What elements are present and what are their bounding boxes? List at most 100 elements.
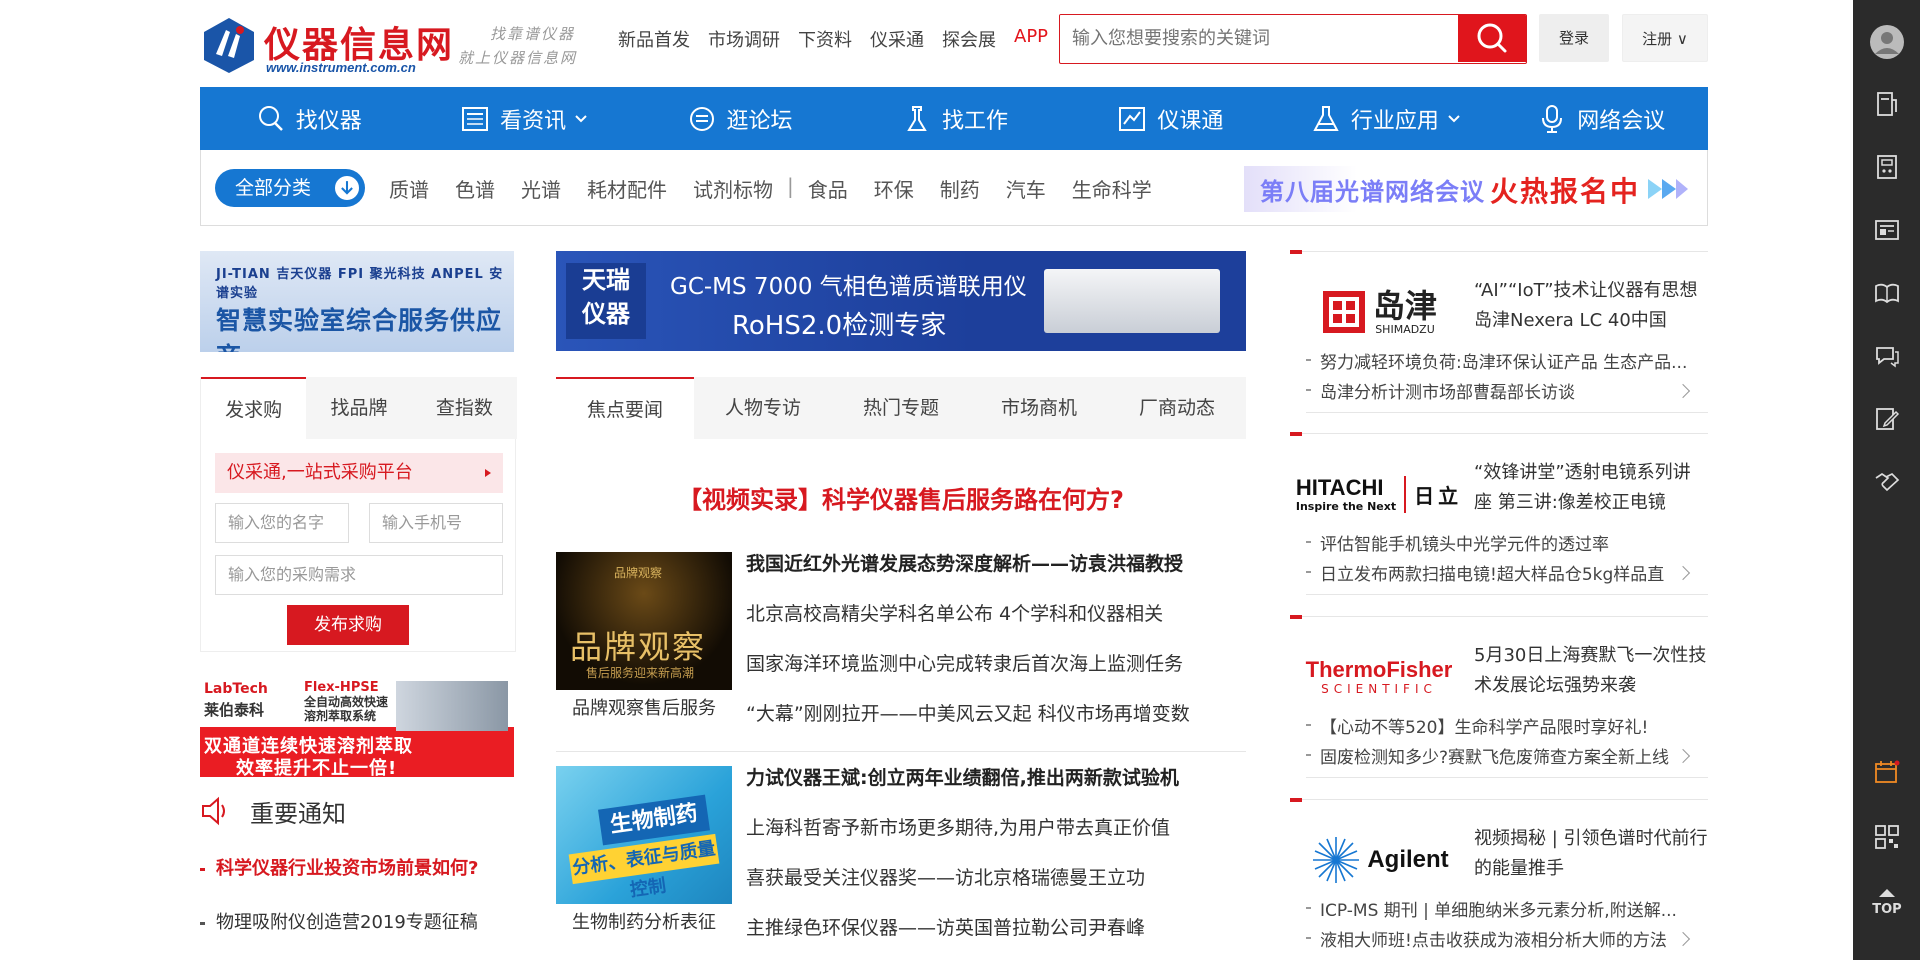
ad-line-2: 效率提升不止一倍!: [236, 758, 398, 777]
brand-feature[interactable]: 视频揭秘 | 引领色谱时代前行的能量推手: [1474, 824, 1708, 884]
category-item[interactable]: 耗材配件: [587, 174, 667, 203]
search-icon: [258, 105, 283, 131]
book-icon[interactable]: [1873, 279, 1901, 307]
tab-post-request[interactable]: 发求购: [201, 377, 307, 439]
tab-check-index[interactable]: 查指数: [412, 377, 517, 439]
brand-logo[interactable]: HITACHI Inspire the Next 日立: [1290, 458, 1468, 530]
calendar-icon[interactable]: [1873, 758, 1901, 786]
conference-banner[interactable]: 第八届光谱网络会议 火热报名中: [1244, 166, 1696, 212]
ad-brand-cn: 莱伯泰科: [204, 701, 265, 719]
brand-feature[interactable]: 5月30日上海赛默飞一次性技术发展论坛强势来袭: [1474, 641, 1708, 701]
brand-link[interactable]: 液相大师班!点击收获成为液相分析大师的方法: [1306, 926, 1696, 951]
brand-feature[interactable]: “效锋讲堂”透射电镜系列讲座 第三讲:像差校正电镜: [1474, 458, 1708, 518]
news-item[interactable]: 我国近红外光谱发展态势深度解析——访袁洪福教授: [746, 552, 1246, 602]
mainnav-forum[interactable]: 逛论坛: [631, 87, 846, 150]
news-item[interactable]: 国家海洋环境监测中心完成转隶后首次海上监测任务: [746, 652, 1246, 702]
purchase-need-field[interactable]: 输入您的采购需求: [215, 555, 503, 595]
brand-link[interactable]: 固废检测知多少?赛默飞危废筛查方案全新上线: [1306, 743, 1696, 768]
purchase-request-panel: 发求购 找品牌 查指数 仪采通,一站式采购平台 输入您的名字 输入手机号 输入您…: [200, 377, 517, 652]
mainnav-jobs[interactable]: 找工作: [846, 87, 1061, 150]
news-thumbnail[interactable]: 品牌观察 品牌观察 售后服务迎来新高潮: [556, 552, 732, 690]
edit-icon[interactable]: [1873, 405, 1901, 433]
labtech-ad[interactable]: LabTech 莱伯泰科 Flex-HPSE 全自动高效快速 溶剂萃取系统 双通…: [200, 677, 514, 777]
category-list: 质谱 色谱 光谱 耗材配件 试剂标物 | 食品 环保 制药 汽车 生命科学: [389, 174, 1178, 203]
mainnav-industry-apps[interactable]: 行业应用: [1277, 87, 1492, 150]
topnav-new-products[interactable]: 新品首发: [618, 26, 690, 52]
category-item[interactable]: 试剂标物: [693, 174, 773, 203]
news-item[interactable]: 喜获最受关注仪器奖——访北京格瑞德曼王立功: [746, 866, 1246, 916]
topnav-app[interactable]: APP: [1014, 26, 1048, 52]
news-item[interactable]: 力试仪器王斌:创立两年业绩翻倍,推出两新款试验机: [746, 766, 1246, 816]
notice-item[interactable]: 物理吸附仪创造营2019专题征稿: [200, 911, 478, 935]
submit-request-button[interactable]: 发布求购: [287, 605, 409, 645]
brand-link[interactable]: 努力减轻环境负荷:岛津环保认证产品 生态产品...: [1306, 348, 1696, 373]
register-button[interactable]: 注册 ∨: [1622, 14, 1708, 62]
category-item[interactable]: 色谱: [455, 174, 495, 203]
brand-logo-cn: 日立: [1414, 483, 1463, 508]
procurement-promo-link[interactable]: 仪采通,一站式采购平台: [215, 453, 503, 493]
tab-find-brand[interactable]: 找品牌: [306, 377, 411, 439]
site-logo[interactable]: 仪器信息网 www.instrument.com.cn: [200, 10, 460, 76]
name-field[interactable]: 输入您的名字: [215, 503, 349, 543]
brand-feature[interactable]: “AI”“IoT”技术让仪器有思想 岛津Nexera LC 40中国: [1474, 276, 1708, 336]
notice-item[interactable]: 科学仪器行业投资市场前景如何?: [200, 857, 478, 881]
thumb-caption[interactable]: 生物制药分析表征: [556, 908, 732, 934]
mainnav-find-instruments[interactable]: 找仪器: [200, 87, 415, 150]
news-item[interactable]: 北京高校高精尖学科名单公布 4个学科和仪器相关: [746, 602, 1246, 652]
topnav-exhibitions[interactable]: 探会展: [942, 26, 996, 52]
phone-field[interactable]: 输入手机号: [369, 503, 503, 543]
category-item[interactable]: 光谱: [521, 174, 561, 203]
thumb-caption[interactable]: 品牌观察售后服务: [556, 694, 732, 720]
section-marker: [1290, 432, 1302, 436]
calculator-icon[interactable]: [1873, 153, 1901, 181]
news-item[interactable]: 主推绿色环保仪器——访英国普拉勒公司尹春峰: [746, 916, 1246, 966]
tab-focus-news[interactable]: 焦点要闻: [556, 377, 694, 439]
instrument-icon[interactable]: [1873, 90, 1901, 118]
mainnav-news[interactable]: 看资讯: [415, 87, 630, 150]
news-icon[interactable]: [1873, 216, 1901, 244]
brand-logo[interactable]: 岛津 SHIMADZU: [1290, 276, 1468, 348]
brand-link[interactable]: 评估智能手机镜头中光学元件的透过率: [1306, 530, 1696, 555]
category-item[interactable]: 生命科学: [1072, 174, 1152, 203]
topnav-market-research[interactable]: 市场调研: [708, 26, 780, 52]
category-item[interactable]: 食品: [808, 174, 848, 203]
tab-interviews[interactable]: 人物专访: [694, 377, 832, 439]
shimadzu-logo-icon: [1322, 291, 1365, 333]
brand-link[interactable]: ICP-MS 期刊 | 单细胞纳米多元素分析,附送解...: [1306, 896, 1696, 921]
chat-icon[interactable]: [1873, 342, 1901, 370]
triangle-right-icon: [485, 469, 491, 477]
brand-logo[interactable]: ThermoFisher SCIENTIFIC: [1290, 641, 1468, 713]
brand-link[interactable]: 【心动不等520】生命科学产品限时享好礼!: [1306, 713, 1696, 738]
tab-hot-topics[interactable]: 热门专题: [832, 377, 970, 439]
gcms-ad[interactable]: 天瑞 仪器 GC-MS 7000 气相色谱质谱联用仪 RoHS2.0检测专家: [556, 251, 1246, 351]
mainnav-label: 逛论坛: [726, 108, 793, 134]
mainnav-web-conference[interactable]: 网络会议: [1493, 87, 1708, 150]
handshake-icon[interactable]: [1873, 466, 1901, 494]
back-to-top-button[interactable]: TOP: [1863, 884, 1911, 920]
headline[interactable]: 【视频实录】科学仪器售后服务路在何方?: [556, 480, 1246, 515]
topnav-procurement[interactable]: 仪采通: [870, 26, 924, 52]
login-button[interactable]: 登录: [1539, 14, 1609, 62]
category-item[interactable]: 质谱: [389, 174, 429, 203]
category-item[interactable]: 环保: [874, 174, 914, 203]
category-item[interactable]: 制药: [940, 174, 980, 203]
category-divider: |: [787, 174, 794, 198]
mainnav-courses[interactable]: 仪课通: [1062, 87, 1277, 150]
news-item[interactable]: “大幕”刚刚拉开——中美风云又起 科仪市场再增变数: [746, 702, 1246, 752]
tab-vendor-news[interactable]: 厂商动态: [1108, 377, 1246, 439]
qrcode-icon[interactable]: [1873, 823, 1901, 851]
tab-market-opportunities[interactable]: 市场商机: [970, 377, 1108, 439]
lab-service-ad[interactable]: JI-TIAN 吉天仪器 FPI 聚光科技 ANPEL 安谱实验 智慧实验室综合…: [200, 251, 514, 352]
search-input[interactable]: [1060, 15, 1458, 62]
news-thumbnail[interactable]: 生物制药 分析、表征与质量控制: [556, 766, 732, 904]
all-categories-button[interactable]: 全部分类: [215, 169, 365, 207]
search-button[interactable]: [1458, 15, 1526, 62]
brand-logo[interactable]: Agilent: [1290, 824, 1468, 896]
brand-link[interactable]: 日立发布两款扫描电镜!超大样品仓5kg样品直: [1306, 560, 1696, 585]
main-nav: 找仪器 看资讯 逛论坛 找工作 仪课通 行业应用 网络会议: [200, 87, 1708, 150]
brand-link[interactable]: 岛津分析计测市场部曹磊部长访谈: [1306, 378, 1696, 403]
topnav-downloads[interactable]: 下资料: [798, 26, 852, 52]
user-avatar-icon[interactable]: [1869, 24, 1905, 60]
category-item[interactable]: 汽车: [1006, 174, 1046, 203]
news-item[interactable]: 上海科哲寄予新市场更多期待,为用户带去真正价值: [746, 816, 1246, 866]
